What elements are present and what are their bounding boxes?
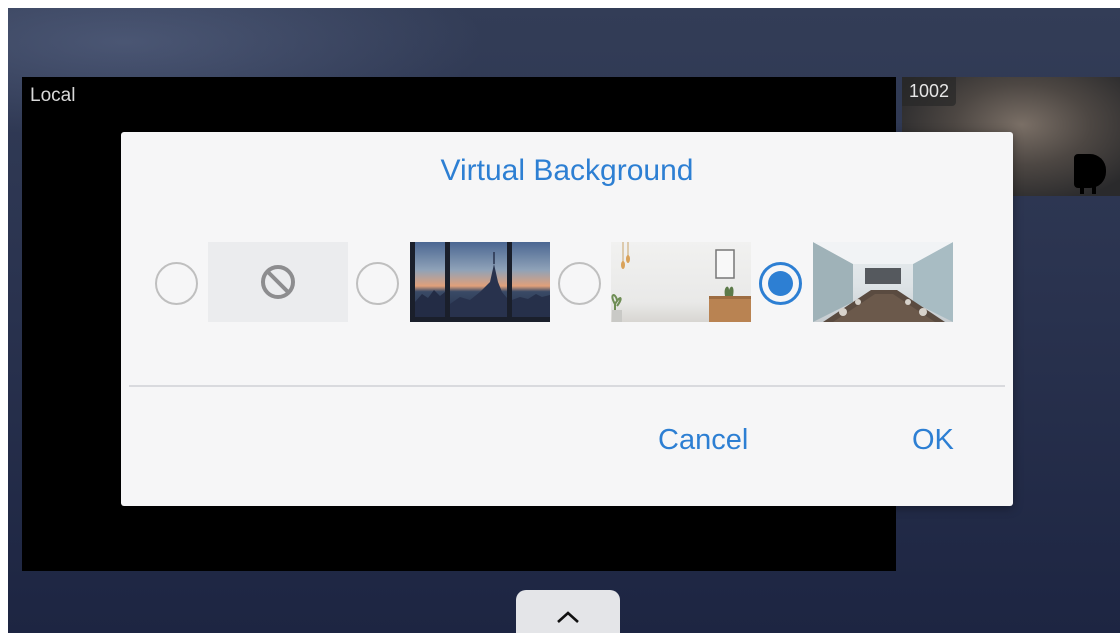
- dialog-title: Virtual Background: [440, 154, 694, 187]
- radio-background-none[interactable]: [155, 262, 198, 305]
- thumbnail-city-skyline[interactable]: [410, 242, 550, 322]
- local-tile-label: Local: [30, 85, 76, 106]
- ok-button[interactable]: OK: [912, 424, 954, 457]
- chevron-up-icon: [557, 611, 579, 623]
- remote-video-content: [1074, 154, 1106, 194]
- background-option-city: [356, 242, 552, 324]
- city-skyline-image: [410, 242, 550, 322]
- thumbnail-conference-room[interactable]: [813, 242, 953, 322]
- background-option-room: [558, 242, 754, 324]
- remote-tile-label: 1002: [902, 77, 957, 106]
- thumbnail-no-background[interactable]: [208, 242, 348, 322]
- no-background-icon: [261, 265, 295, 299]
- conference-room-image: [813, 242, 953, 322]
- white-room-image: [611, 242, 751, 322]
- radio-background-city[interactable]: [356, 262, 399, 305]
- background-option-conference: [759, 242, 955, 324]
- cancel-button[interactable]: Cancel: [658, 424, 748, 457]
- virtual-background-dialog: Virtual Background Cancel OK: [121, 132, 1013, 506]
- dialog-divider: [129, 385, 1005, 387]
- thumbnail-white-room[interactable]: [611, 242, 751, 322]
- toolbar-toggle-button[interactable]: [516, 590, 620, 633]
- background-option-none: [155, 242, 351, 324]
- background-options: [121, 242, 1013, 324]
- radio-background-conference[interactable]: [759, 262, 802, 305]
- radio-background-room[interactable]: [558, 262, 601, 305]
